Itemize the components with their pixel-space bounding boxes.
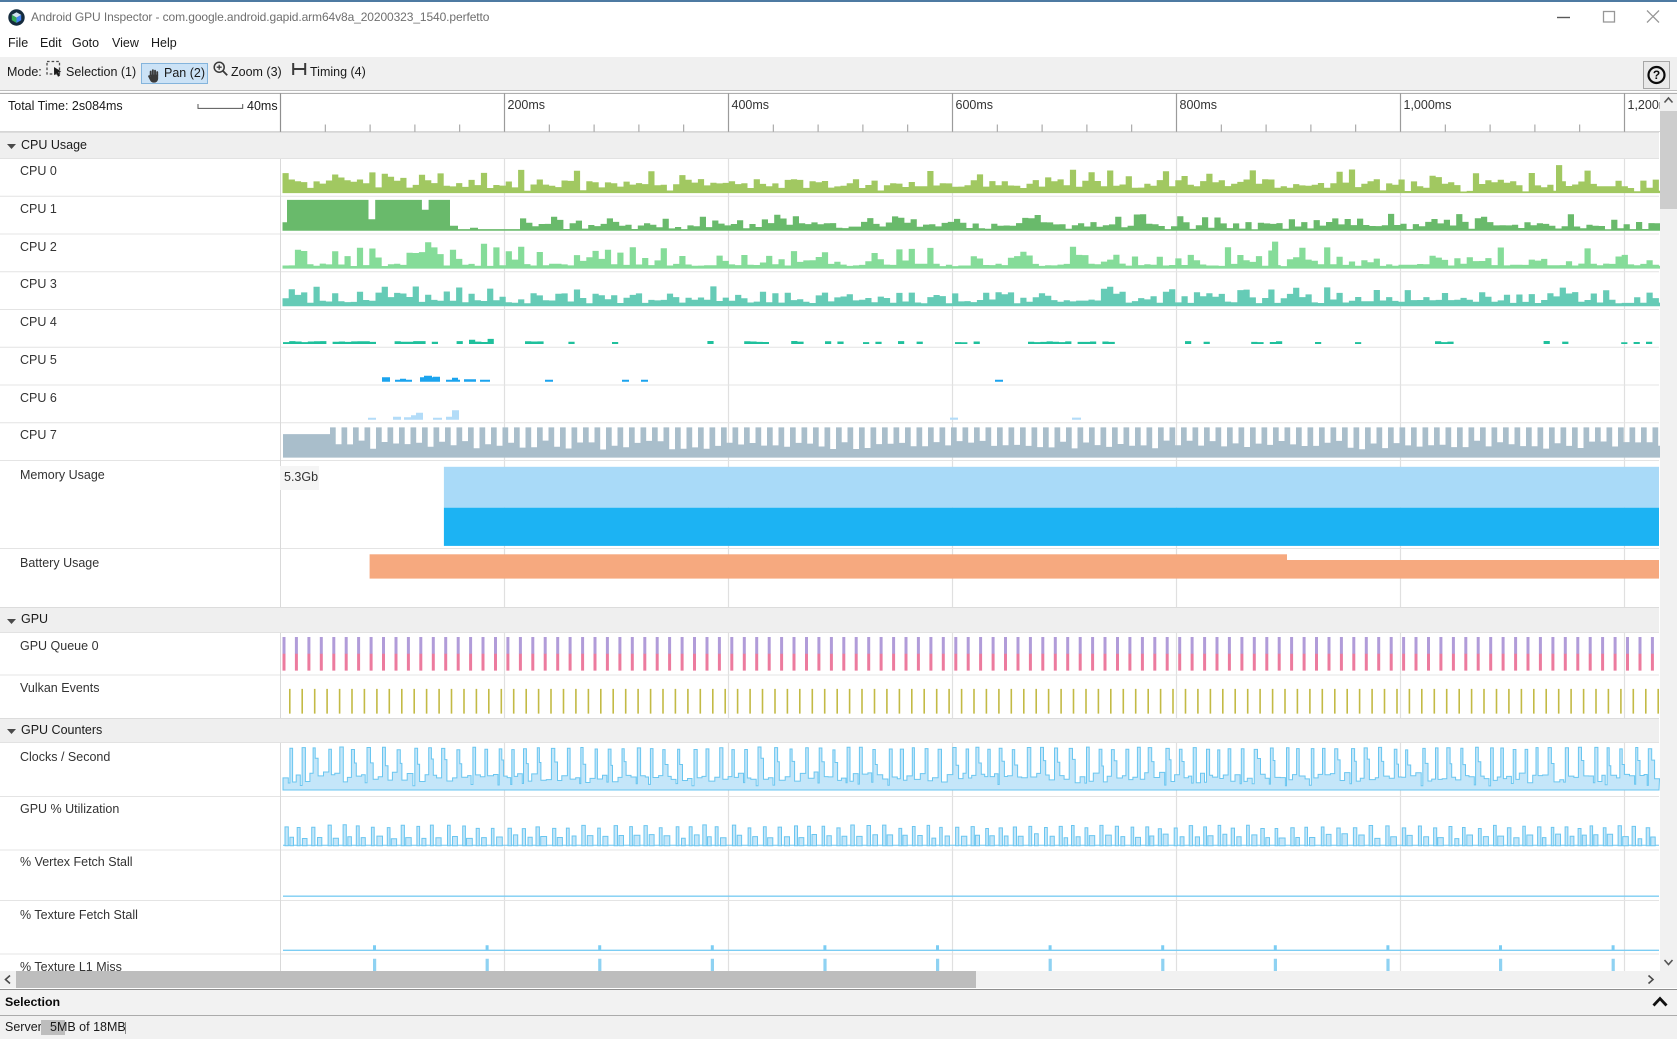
svg-text:?: ? (1653, 68, 1660, 82)
